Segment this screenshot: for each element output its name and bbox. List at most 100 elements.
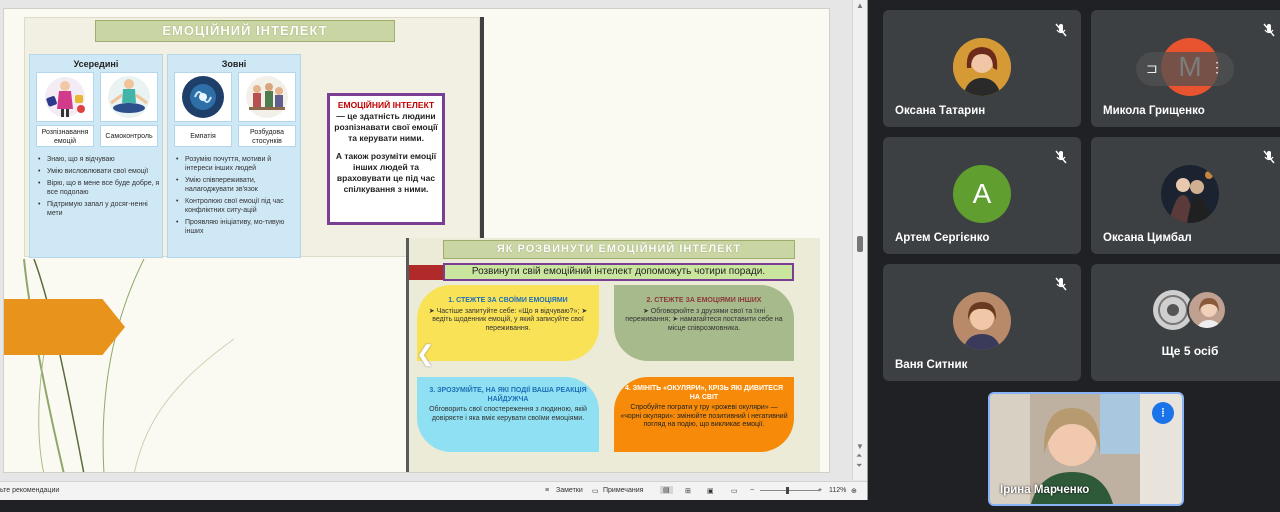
definition-box: ЕМОЦІЙНИЙ ІНТЕЛЕКТ — це здатність людини…	[327, 93, 445, 225]
vertical-scrollbar[interactable]: ▲ ▼ ⏶ ⏷	[852, 0, 867, 480]
participant-tile[interactable]: М ⊐ ⋮ Микола Грищенко	[1091, 10, 1280, 127]
participant-name: Микола Грищенко	[1103, 105, 1205, 117]
people-icon	[238, 72, 296, 122]
chevron-left-icon[interactable]: ❮	[416, 343, 434, 365]
mic-off-icon	[1263, 150, 1275, 164]
mic-off-icon	[1055, 150, 1067, 164]
definition-text: — це здатність людини розпізнавати свої …	[334, 111, 438, 143]
inside-panel: Усередині Розпізнавання емоцій Самоконтр…	[29, 54, 163, 258]
bullet-item: Вірю, що в мене все буде добре, я все по…	[38, 179, 160, 197]
how-to-develop-box: ЯК РОЗВИНУТИ ЕМОЦІЙНИЙ ІНТЕЛЕКТ Розвинут…	[406, 238, 820, 472]
participant-tile[interactable]: Оксана Цимбал	[1091, 137, 1280, 254]
how-title: ЯК РОЗВИНУТИ ЕМОЦІЙНИЙ ІНТЕЛЕКТ	[443, 240, 795, 259]
mic-off-icon	[1263, 23, 1275, 37]
definition-text-extra: А також розуміти емоції інших людей та в…	[335, 151, 437, 194]
emotions-icon	[36, 72, 94, 122]
orange-arrow-shape	[4, 299, 125, 355]
status-bar: ьте рекомендации ≡ Заметки ▭ Примечания …	[0, 481, 867, 500]
presentation-window: ЕМОЦІЙНИЙ ІНТЕЛЕКТ Усередині Розпізнаван…	[0, 0, 868, 500]
avatar	[953, 38, 1011, 96]
tip-card: 3. ЗРОЗУМІЙТЕ, НА ЯКІ ПОДІЇ ВАША РЕАКЦІЯ…	[417, 377, 599, 452]
scroll-down-icon[interactable]: ▼	[856, 443, 864, 451]
scroll-up-icon[interactable]: ▲	[856, 2, 864, 10]
mic-off-icon	[1055, 277, 1067, 291]
tip-card: 2. СТЕЖТЕ ЗА ЕМОЦІЯМИ ІНШИХ ➤ Обговорюйт…	[614, 285, 794, 361]
tile-hover-controls[interactable]: ⊐ ⋮	[1136, 52, 1234, 86]
outside-item-label: Емпатія	[174, 125, 232, 147]
bullet-item: Розумію почуття, мотиви й інтереси інших…	[176, 155, 298, 173]
normal-view-icon[interactable]: ▤	[660, 486, 673, 494]
participant-tile[interactable]: Ваня Ситник	[883, 264, 1081, 381]
outside-item-label: Розбудова стосунків	[238, 125, 296, 147]
tip-text: ➤ Обговорюйте з друзями свої та їхні пер…	[625, 307, 783, 332]
audio-level-icon: ⦙	[1152, 402, 1174, 424]
outside-heading: Зовні	[221, 59, 247, 69]
avatar: А	[953, 165, 1011, 223]
slide-sorter-icon[interactable]: ⊞	[685, 487, 691, 495]
participant-name: Артем Сергієнко	[895, 232, 990, 244]
tip-title: 4. ЗМІНІТЬ «ОКУЛЯРИ», КРІЗЬ ЯКІ ДИВИТЕСЯ…	[624, 385, 784, 401]
page-up-icon[interactable]: ⏶	[856, 452, 862, 460]
reading-view-icon[interactable]: ▣	[707, 487, 714, 495]
zoom-in-button[interactable]: +	[818, 487, 822, 494]
mic-off-icon	[1055, 23, 1067, 37]
comments-button[interactable]: Примечания	[603, 487, 643, 494]
tip-text: Обговорить свої спостереження з людиною,…	[429, 406, 587, 422]
self-view-name: Ірина Марченко	[1000, 484, 1090, 496]
slide-canvas[interactable]: ЕМОЦІЙНИЙ ІНТЕЛЕКТ Усередині Розпізнаван…	[3, 8, 830, 473]
red-accent-bar	[409, 265, 444, 280]
notes-button[interactable]: Заметки	[556, 487, 583, 494]
main-title: ЕМОЦІЙНИЙ ІНТЕЛЕКТ	[95, 20, 395, 42]
scroll-thumb[interactable]	[857, 236, 863, 252]
bullet-item: Контролюю свої емоції під час конфліктни…	[176, 197, 298, 215]
bullet-item: Умію висловлювати свої емоції	[38, 167, 160, 176]
fit-slide-icon[interactable]: ⊕	[851, 487, 857, 495]
status-text: ьте рекомендации	[0, 487, 60, 494]
tip-text: ➤ Частіше запитуйте себе: «Що я відчуваю…	[428, 307, 588, 332]
vertical-divider	[480, 17, 484, 257]
bullet-item: Проявляю ініціативу, мо-тивую інших	[176, 218, 298, 236]
avatar	[1187, 290, 1227, 330]
bullet-item: Знаю, що я відчуваю	[38, 155, 160, 164]
avatar	[953, 292, 1011, 350]
how-subtitle: Розвинути свій емоційний інтелект допомо…	[443, 263, 794, 281]
bullet-item: Умію співпереживати, налагоджувати зв'яз…	[176, 176, 298, 194]
more-participants-label: Ще 5 осіб	[1161, 344, 1219, 358]
zoom-out-button[interactable]: −	[750, 487, 754, 494]
tip-title: 3. ЗРОЗУМІЙТЕ, НА ЯКІ ПОДІЇ ВАША РЕАКЦІЯ…	[429, 387, 587, 403]
participant-tile-more[interactable]: Ще 5 осіб	[1091, 264, 1280, 381]
screen: ЕМОЦІЙНИЙ ІНТЕЛЕКТ Усередині Розпізнаван…	[0, 0, 1280, 512]
pin-icon[interactable]: ⊐	[1146, 60, 1158, 77]
definition-title: ЕМОЦІЙНИЙ ІНТЕЛЕКТ	[337, 100, 435, 110]
inside-bullets: Знаю, що я відчуваю Умію висловлювати св…	[38, 155, 160, 221]
avatar	[1161, 165, 1219, 223]
participant-tile[interactable]: Оксана Татарин	[883, 10, 1081, 127]
tip-title: 1. СТЕЖТЕ ЗА СВОЇМИ ЕМОЦІЯМИ	[448, 297, 568, 304]
page-down-icon[interactable]: ⏷	[856, 462, 862, 470]
participant-name: Ваня Ситник	[895, 359, 968, 371]
slideshow-icon[interactable]: ▭	[731, 487, 738, 495]
tip-title: 2. СТЕЖТЕ ЗА ЕМОЦІЯМИ ІНШИХ	[646, 297, 762, 304]
more-options-icon[interactable]: ⋮	[1210, 59, 1224, 76]
outside-panel: Зовні Емпатія Розбудова стосунків • Розу…	[167, 54, 301, 258]
inside-heading: Усередині	[73, 59, 119, 69]
zoom-slider[interactable]	[760, 490, 820, 491]
notes-icon[interactable]: ≡	[545, 487, 549, 494]
zoom-slider-thumb[interactable]	[786, 487, 789, 494]
comment-icon[interactable]: ▭	[592, 487, 599, 495]
meditation-icon	[100, 72, 158, 122]
participant-name: Оксана Татарин	[895, 105, 986, 117]
tip-card: 1. СТЕЖТЕ ЗА СВОЇМИ ЕМОЦІЯМИ ➤ Частіше з…	[417, 285, 599, 361]
inside-item-label: Розпізнавання емоцій	[36, 125, 94, 147]
participant-name: Оксана Цимбал	[1103, 232, 1192, 244]
self-view-tile[interactable]: ⦙ Ірина Марченко	[988, 392, 1184, 506]
taskbar-gap	[0, 500, 868, 512]
inside-item-label: Самоконтроль	[100, 125, 158, 147]
bullet-item: Підтримую запал у досяг-ненні мети	[38, 200, 160, 218]
participant-tile[interactable]: А Артем Сергієнко	[883, 137, 1081, 254]
zoom-level[interactable]: 112%	[829, 487, 846, 494]
brain-icon	[174, 72, 232, 122]
outside-bullets: Розумію почуття, мотиви й інтереси інших…	[176, 155, 298, 239]
tip-card: 4. ЗМІНІТЬ «ОКУЛЯРИ», КРІЗЬ ЯКІ ДИВИТЕСЯ…	[614, 377, 794, 452]
tip-text: Спробуйте пограти у гру «рожеві окуляри»…	[620, 404, 788, 428]
